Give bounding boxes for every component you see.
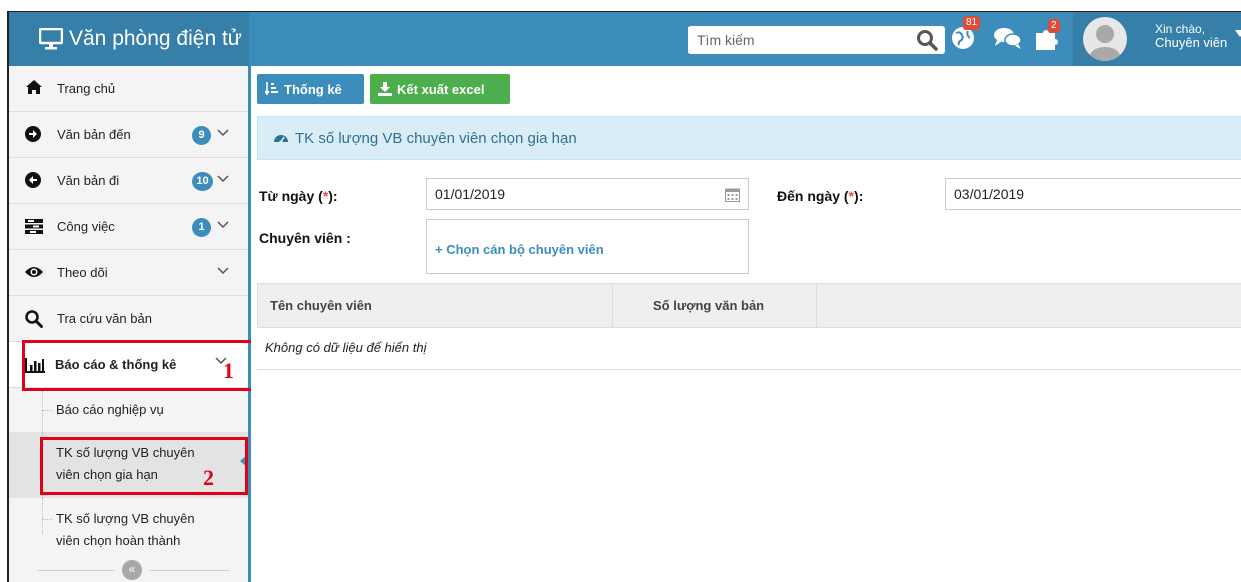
globe-notifications-button[interactable]: 81 [950, 16, 981, 56]
top-navbar: Văn phòng điện tử 81 2 Xin chào, Chuyên … [9, 12, 1241, 66]
brand-logo[interactable]: Văn phòng điện tử [9, 12, 249, 66]
user-silhouette-icon [1088, 25, 1122, 61]
outgoing-count-badge: 10 [192, 172, 213, 191]
panel-title-bar: TK số lượng VB chuyên viên chọn gia hạn [257, 116, 1241, 160]
search-icon[interactable] [916, 29, 938, 51]
export-excel-button[interactable]: Kết xuất excel [370, 74, 510, 104]
sidebar-item-incoming[interactable]: Văn bản đến 9 [9, 112, 248, 158]
sidebar-subitem-label: Báo cáo nghiệp vụ [56, 402, 164, 417]
brand-title: Văn phòng điện tử [69, 27, 242, 50]
notifications-badge: 81 [963, 16, 981, 30]
stats-button-label: Thống kê [284, 81, 342, 97]
user-greeting: Xin chào, Chuyên viên [1155, 22, 1227, 50]
incoming-count-badge: 9 [192, 126, 211, 145]
column-header-count[interactable]: Số lượng văn bản [613, 284, 817, 327]
tree-line [42, 498, 43, 534]
user-menu[interactable]: Xin chào, Chuyên viên [1073, 12, 1241, 66]
sidebar-item-label: Công việc [57, 219, 115, 234]
sort-amount-icon [265, 82, 278, 96]
divider [37, 570, 115, 571]
officer-label: Chuyên viên : [259, 230, 351, 246]
sidebar-collapse-button[interactable]: « [122, 560, 142, 580]
user-name: Chuyên viên [1155, 35, 1228, 50]
sidebar-subitem-label: viên chọn hoàn thành [56, 533, 181, 548]
sidebar-item-search-documents[interactable]: Tra cứu văn bản [9, 296, 248, 342]
comments-icon [994, 28, 1022, 49]
divider [149, 570, 229, 571]
sidebar-subitem-label: TK số lượng VB chuyên [56, 511, 195, 526]
home-icon [26, 80, 42, 94]
label-close: ): [328, 188, 338, 204]
eye-icon [25, 267, 43, 277]
download-icon [378, 82, 392, 96]
search-input[interactable] [688, 27, 903, 53]
monitor-icon [39, 28, 63, 50]
chevron-down-icon [217, 267, 229, 275]
tree-dash [42, 519, 52, 520]
sidebar-subitem-business-report[interactable]: Báo cáo nghiệp vụ [9, 388, 248, 432]
to-date-label-text: Đến ngày ( [777, 188, 849, 204]
annotation-number-1: 1 [223, 358, 234, 383]
chevron-down-icon [217, 221, 229, 229]
arrow-right-circle-icon [25, 126, 41, 142]
chevron-down-icon [217, 129, 229, 137]
from-date-label-text: Từ ngày ( [259, 188, 323, 204]
empty-message: Không có dữ liệu để hiển thị [257, 328, 1241, 370]
to-date-label: Đến ngày (*): [777, 188, 863, 204]
sidebar-item-label: Văn bản đến [57, 127, 131, 142]
annotation-number-2: 2 [203, 465, 214, 490]
tree-dash [42, 410, 52, 411]
export-button-label: Kết xuất excel [397, 81, 485, 97]
tasks-count-badge: 1 [192, 218, 211, 237]
tasks-button[interactable]: 2 [1034, 19, 1060, 56]
chevron-down-icon [217, 175, 229, 183]
sidebar-item-label: Tra cứu văn bản [57, 311, 152, 326]
from-date-label: Từ ngày (*): [259, 188, 338, 204]
sidebar-item-tasks[interactable]: Công việc 1 [9, 204, 248, 250]
arrow-left-circle-icon [25, 172, 41, 188]
search-box [688, 26, 945, 54]
officer-picker[interactable]: + Chọn cán bộ chuyên viên [426, 219, 749, 274]
to-date-input[interactable]: 03/01/2019 [945, 178, 1241, 210]
annotation-box-2 [40, 437, 248, 495]
label-close: ): [854, 188, 864, 204]
search-icon [25, 310, 43, 328]
tasks-icon [25, 219, 43, 234]
sidebar-item-label: Trang chủ [57, 81, 116, 96]
app-window: Văn phòng điện tử 81 2 Xin chào, Chuyên … [7, 11, 1241, 582]
results-table: Tên chuyên viên Số lượng văn bản Không c… [257, 283, 1241, 370]
main-content: Thống kê Kết xuất excel TK số lượng VB c… [251, 66, 1241, 582]
dashboard-icon [274, 135, 288, 144]
to-date-value: 03/01/2019 [954, 186, 1025, 202]
sidebar-item-home[interactable]: Trang chủ [9, 66, 248, 112]
from-date-input[interactable]: 01/01/2019 [426, 178, 749, 210]
stats-button[interactable]: Thống kê [257, 74, 364, 104]
from-date-value: 01/01/2019 [435, 186, 506, 202]
sidebar-item-follow[interactable]: Theo dõi [9, 250, 248, 296]
calendar-icon[interactable] [725, 187, 740, 202]
sidebar: Trang chủ Văn bản đến 9 Văn bản đi 10 Cô… [9, 66, 251, 582]
sidebar-item-outgoing[interactable]: Văn bản đi 10 [9, 158, 248, 204]
greeting-text: Xin chào, [1155, 22, 1206, 36]
panel-title: TK số lượng VB chuyên viên chọn gia hạn [295, 129, 577, 147]
column-header-officer[interactable]: Tên chuyên viên [258, 284, 613, 327]
sidebar-item-label: Văn bản đi [57, 173, 120, 188]
table-header: Tên chuyên viên Số lượng văn bản [257, 283, 1241, 328]
caret-down-icon [1235, 30, 1241, 37]
tasks-badge: 2 [1048, 19, 1060, 33]
sidebar-subitem-completion-stats[interactable]: TK số lượng VB chuyên viên chọn hoàn thà… [9, 498, 248, 564]
messages-button[interactable] [993, 26, 1023, 55]
avatar [1083, 17, 1127, 61]
sidebar-item-label: Theo dõi [57, 265, 108, 280]
